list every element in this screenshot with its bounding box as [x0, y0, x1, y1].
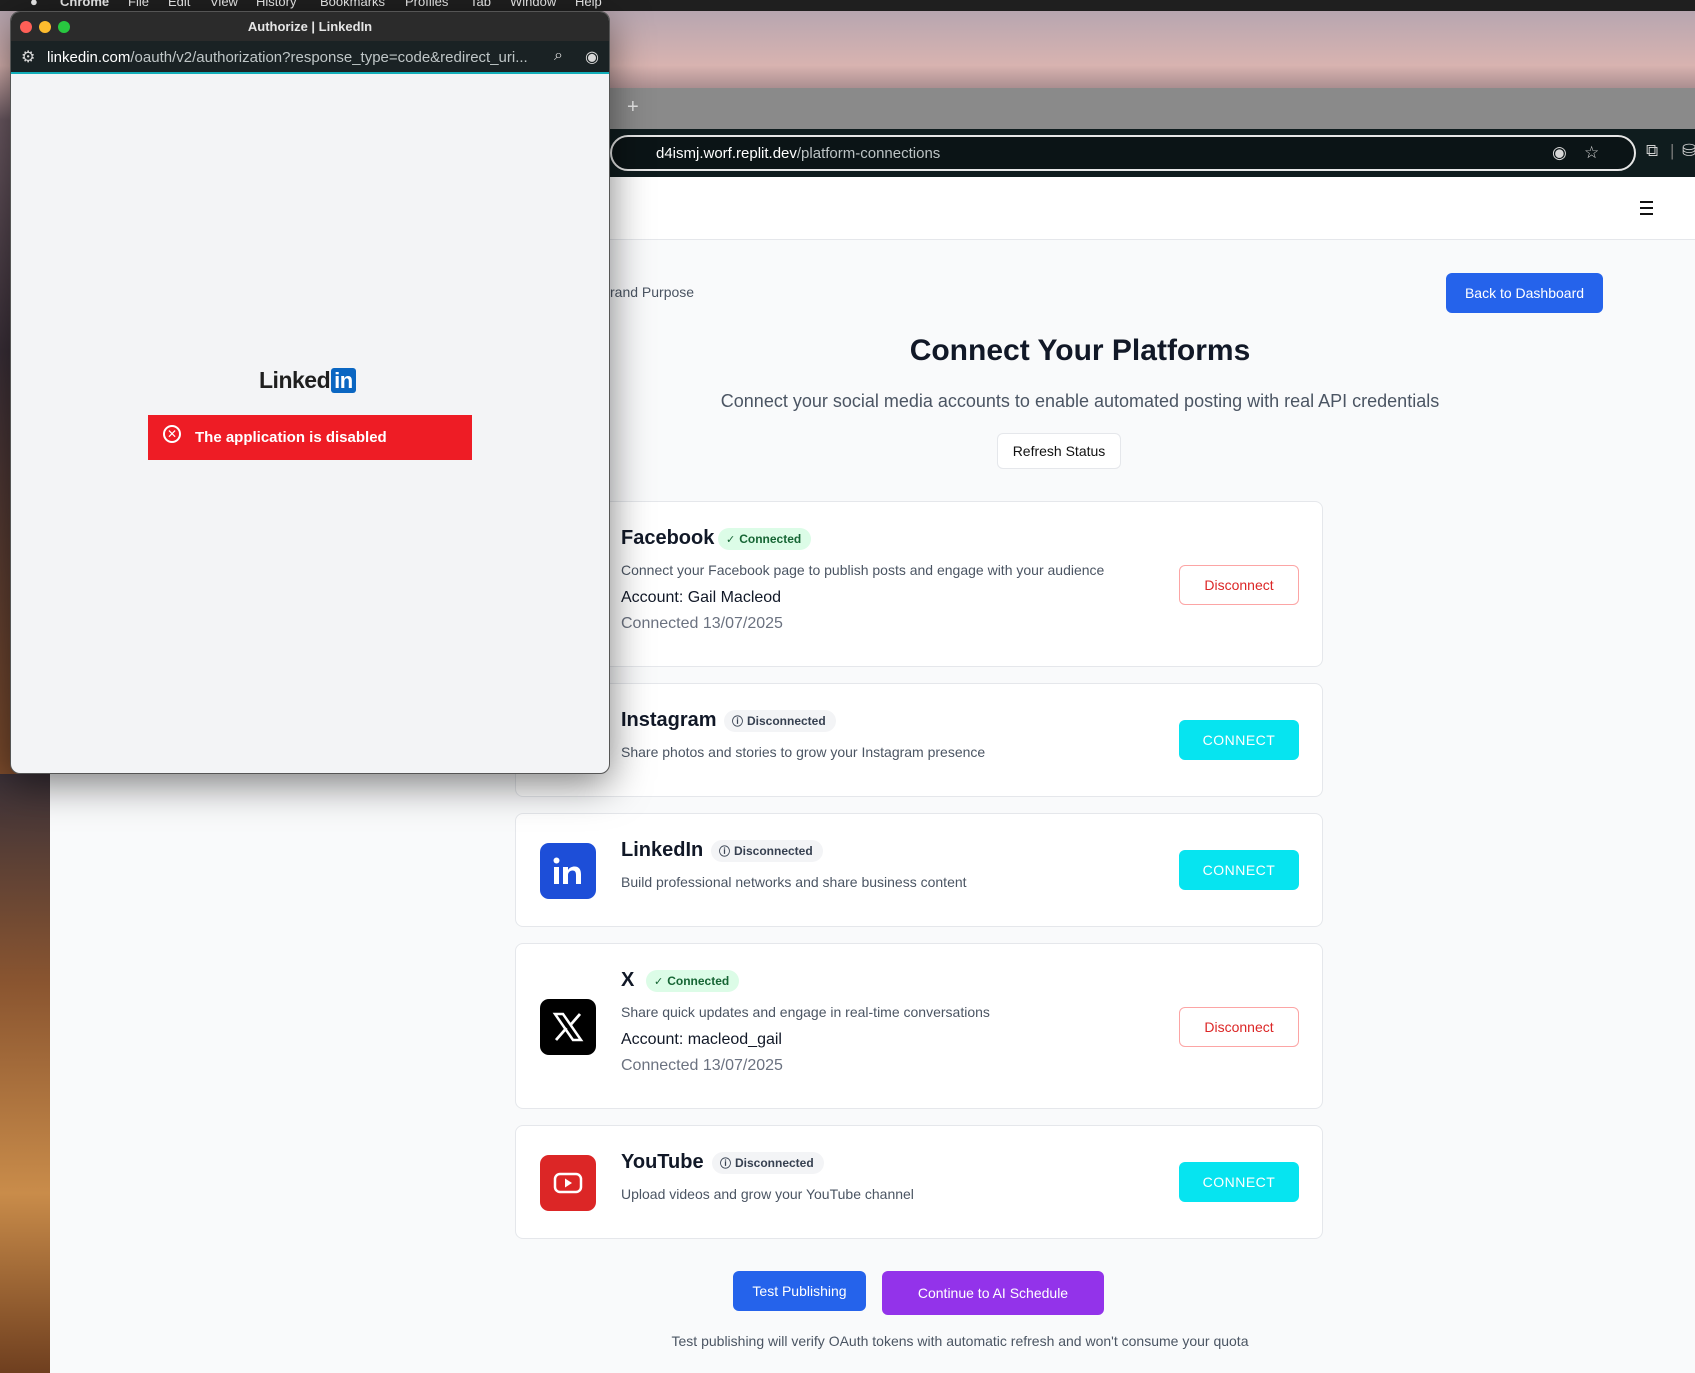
linkedin-popup-window: Authorize | LinkedIn ⚙ linkedin.com/oaut… — [10, 11, 610, 774]
macos-menubar: ● Chrome File Edit View History Bookmark… — [0, 0, 1695, 11]
address-path: /platform-connections — [796, 145, 941, 162]
disconnect-button[interactable]: Disconnect — [1179, 565, 1299, 605]
status-badge: ✓ Connected — [646, 970, 740, 992]
error-message: The application is disabled — [195, 429, 387, 446]
disconnect-button[interactable]: Disconnect — [1179, 1007, 1299, 1047]
error-x-icon: ✕ — [163, 425, 181, 443]
platform-name: Instagram — [621, 709, 717, 731]
incognito-icon[interactable]: ⛁ — [1682, 141, 1695, 161]
platform-description: Share photos and stories to grow your In… — [621, 744, 986, 760]
platform-card-x: X ✓ Connected Share quick updates and eng… — [515, 943, 1323, 1109]
menu-edit[interactable]: Edit — [168, 0, 190, 9]
platform-description: Upload videos and grow your YouTube chan… — [621, 1186, 914, 1202]
popup-url-host: linkedin.com — [47, 49, 131, 66]
popup-title: Authorize | LinkedIn — [247, 19, 373, 34]
platform-description: Build professional networks and share bu… — [621, 874, 967, 890]
address-url: d4ismj.worf.replit.dev/platform-connecti… — [656, 145, 940, 162]
menu-profiles[interactable]: Profiles — [405, 0, 448, 9]
check-circle-icon: ✓ — [726, 534, 736, 546]
platform-card-youtube: YouTube ⓘ Disconnected Upload videos and … — [515, 1125, 1323, 1239]
error-banner: ✕ The application is disabled — [148, 415, 472, 460]
linkedin-icon — [540, 843, 596, 899]
extensions-icon[interactable]: ⧉ — [1646, 141, 1658, 161]
eye-off-icon[interactable]: ◉ — [585, 47, 599, 67]
account-name: Account: Gail Macleod — [621, 589, 782, 606]
linkedin-logo-text: Linked — [259, 367, 331, 393]
status-badge: ⓘ Disconnected — [724, 710, 836, 732]
menu-help[interactable]: Help — [575, 0, 602, 9]
info-circle-icon: ⓘ — [732, 716, 743, 728]
status-badge: ⓘ Disconnected — [712, 1152, 824, 1174]
connect-button[interactable]: CONNECT — [1179, 720, 1299, 760]
maximize-window-button[interactable] — [58, 21, 70, 33]
platform-name: YouTube — [621, 1151, 704, 1173]
menu-chrome[interactable]: Chrome — [60, 0, 109, 9]
star-icon[interactable]: ☆ — [1584, 143, 1599, 163]
menu-tab[interactable]: Tab — [470, 0, 491, 9]
popup-titlebar: Authorize | LinkedIn — [11, 12, 609, 41]
desktop-edge — [0, 774, 50, 1373]
address-host: d4ismj.worf.replit.dev — [656, 145, 797, 162]
platform-name: X — [621, 969, 635, 991]
continue-ai-schedule-button[interactable]: Continue to AI Schedule — [882, 1271, 1104, 1315]
eye-off-icon[interactable]: ◉ — [1552, 143, 1567, 163]
platform-description: Connect your Facebook page to publish po… — [621, 562, 1105, 578]
close-window-button[interactable] — [20, 21, 32, 33]
status-badge: ⓘ Disconnected — [711, 840, 823, 862]
info-circle-icon: ⓘ — [719, 846, 730, 858]
menu-window[interactable]: Window — [510, 0, 556, 9]
refresh-status-button[interactable]: Refresh Status — [997, 433, 1121, 469]
connected-date: Connected 13/07/2025 — [621, 1057, 783, 1074]
check-circle-icon: ✓ — [654, 976, 664, 988]
connect-button[interactable]: CONNECT — [1179, 1162, 1299, 1202]
apple-icon[interactable]: ● — [30, 0, 38, 9]
status-badge: ✓ Connected — [718, 528, 812, 550]
platform-card-linkedin: LinkedIn ⓘ Disconnected Build professiona… — [515, 813, 1323, 927]
platform-description: Share quick updates and engage in real-t… — [621, 1004, 990, 1020]
back-to-dashboard-button[interactable]: Back to Dashboard — [1446, 273, 1603, 313]
new-tab-button[interactable]: + — [627, 96, 639, 119]
zoom-icon[interactable]: ⌕ — [554, 47, 563, 65]
test-publishing-button[interactable]: Test Publishing — [733, 1271, 866, 1311]
popup-address-bar[interactable]: ⚙ linkedin.com/oauth/v2/authorization?re… — [11, 41, 609, 74]
platform-name: Facebook — [621, 527, 715, 549]
menu-icon[interactable] — [1636, 197, 1658, 215]
connect-button[interactable]: CONNECT — [1179, 850, 1299, 890]
address-bar[interactable]: d4ismj.worf.replit.dev/platform-connecti… — [610, 135, 1636, 171]
status-text: Disconnected — [747, 714, 826, 728]
linkedin-logo: Linked in — [259, 367, 356, 394]
platform-card-facebook: Facebook ✓ Connected Connect your Faceboo… — [515, 501, 1323, 667]
status-text: Connected — [667, 974, 730, 988]
info-circle-icon: ⓘ — [720, 1158, 731, 1170]
menu-history[interactable]: History — [256, 0, 296, 9]
menu-file[interactable]: File — [128, 0, 149, 9]
youtube-icon — [540, 1155, 596, 1211]
x-icon — [540, 999, 596, 1055]
status-text: Connected — [739, 532, 802, 546]
toolbar-divider: | — [1670, 141, 1675, 160]
menu-view[interactable]: View — [210, 0, 238, 9]
connected-date: Connected 13/07/2025 — [621, 615, 783, 632]
breadcrumb[interactable]: rand Purpose — [610, 284, 694, 300]
site-settings-icon[interactable]: ⚙ — [21, 47, 35, 67]
account-name: Account: macleod_gail — [621, 1031, 782, 1048]
platform-name: LinkedIn — [621, 839, 704, 861]
minimize-window-button[interactable] — [39, 21, 51, 33]
menu-bookmarks[interactable]: Bookmarks — [320, 0, 385, 9]
status-text: Disconnected — [734, 844, 813, 858]
linkedin-logo-in: in — [331, 368, 356, 393]
status-text: Disconnected — [735, 1156, 814, 1170]
popup-url: linkedin.com/oauth/v2/authorization?resp… — [47, 49, 528, 66]
footer-note: Test publishing will verify OAuth tokens… — [671, 1333, 1249, 1349]
popup-url-path: /oauth/v2/authorization?response_type=co… — [130, 49, 528, 66]
platform-card-instagram: Instagram ⓘ Disconnected Share photos and… — [515, 683, 1323, 797]
